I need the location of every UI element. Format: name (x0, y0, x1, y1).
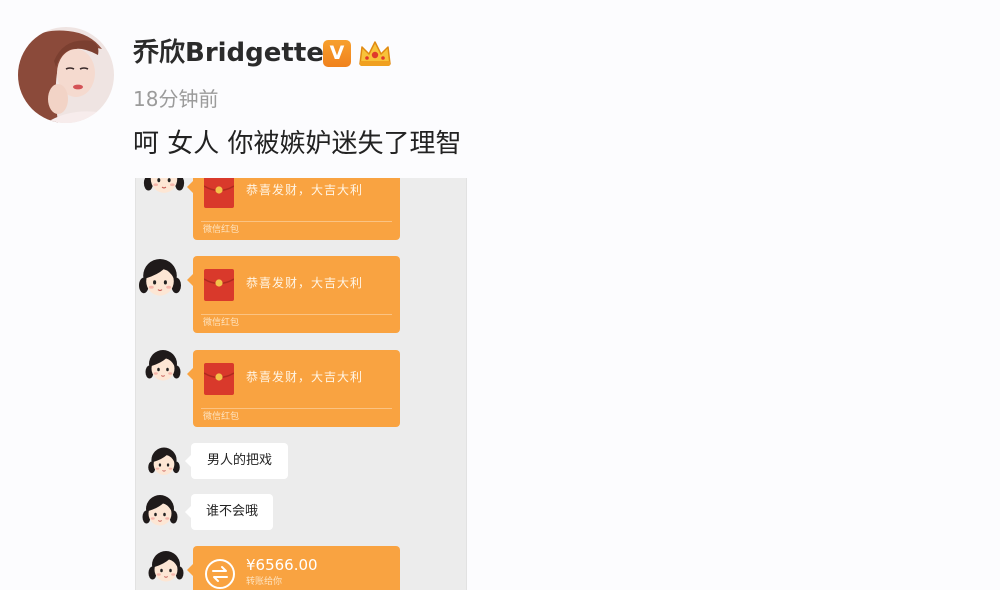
red-envelope-icon (204, 363, 234, 395)
bubble-divider (201, 314, 392, 315)
red-packet-title: 恭喜发财，大吉大利 (246, 276, 364, 290)
author-avatar-photo-icon (18, 27, 114, 123)
weibo-post: 乔欣Bridgette V 18分钟前 呵 女人 你被嫉妒迷失了理智 恭喜发财，… (0, 0, 1000, 590)
transfer-amount: ¥6566.00 (246, 556, 318, 574)
red-packet-bubble: 恭喜发财，大吉大利 微信红包 (187, 350, 400, 427)
crown-badge-icon (359, 41, 391, 66)
text-message-bubble: 谁不会哦 (184, 494, 274, 530)
girl-avatar-icon (140, 490, 180, 530)
crown-icon[interactable] (356, 37, 394, 69)
red-packet-title: 恭喜发财，大吉大利 (246, 370, 364, 384)
post-text: 呵 女人 你被嫉妒迷失了理智 (133, 129, 462, 159)
bubble-divider (201, 408, 392, 409)
post-image-chat-screenshot[interactable]: 恭喜发财，大吉大利 微信红包 恭喜发财，大吉大利 微信红包 恭喜发财，大吉大利 … (135, 178, 467, 590)
girl-avatar-icon (141, 178, 187, 198)
red-packet-title: 恭喜发财，大吉大利 (246, 183, 364, 197)
girl-avatar-icon (143, 345, 183, 385)
transfer-caption: 转账给你 (246, 577, 283, 587)
author-avatar[interactable] (18, 27, 114, 123)
verified-badge-icon[interactable]: V (323, 40, 351, 67)
red-envelope-icon (204, 269, 234, 301)
girl-avatar-icon (146, 546, 186, 586)
transfer-bubble: ¥6566.00 转账给你 (187, 546, 400, 590)
red-packet-caption: 微信红包 (203, 412, 240, 422)
red-packet-caption: 微信红包 (203, 225, 240, 235)
bubble-divider (201, 221, 392, 222)
girl-avatar-icon (146, 443, 182, 479)
text-message-bubble: 男人的把戏 (184, 443, 289, 479)
red-packet-bubble: 恭喜发财，大吉大利 微信红包 (187, 178, 400, 240)
red-packet-caption: 微信红包 (203, 318, 240, 328)
red-packet-bubble: 恭喜发财，大吉大利 微信红包 (187, 256, 400, 333)
author-name[interactable]: 乔欣Bridgette (133, 35, 324, 71)
girl-avatar-icon (136, 253, 184, 301)
post-timestamp[interactable]: 18分钟前 (133, 86, 218, 112)
transfer-icon (205, 559, 235, 589)
red-envelope-icon (204, 178, 234, 208)
